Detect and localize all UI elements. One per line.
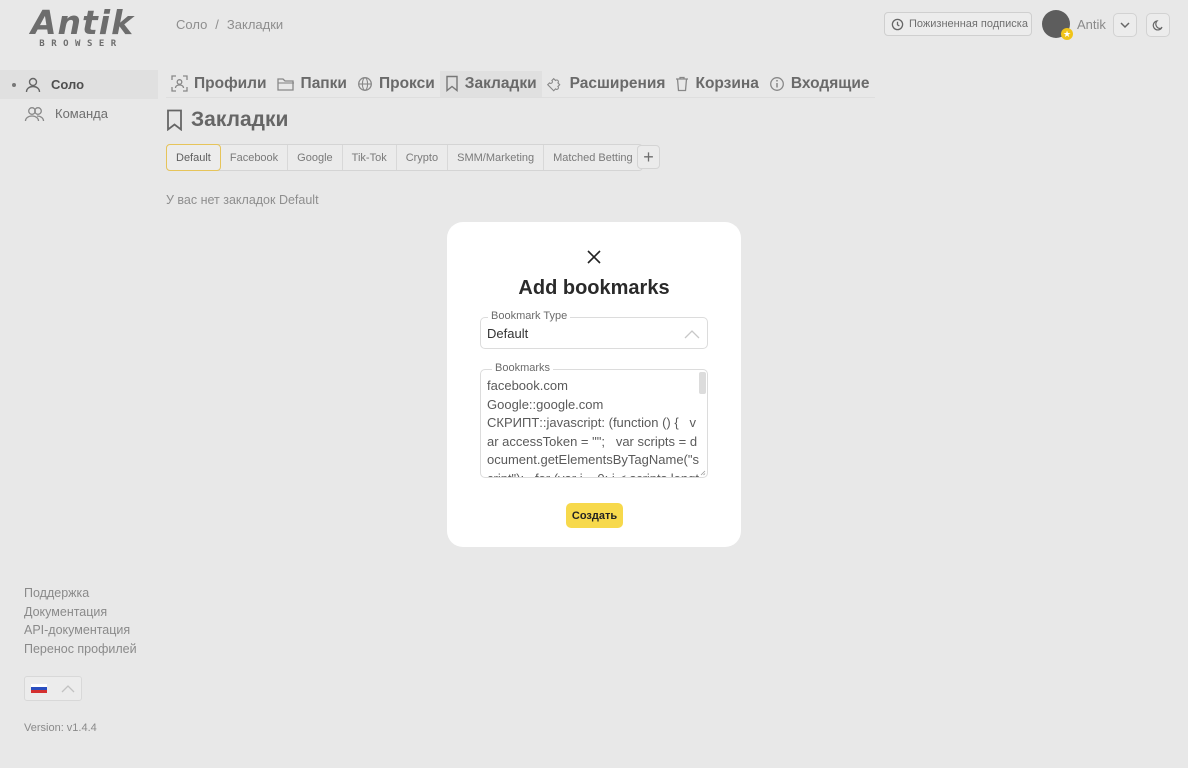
- tab-facebook[interactable]: Facebook: [221, 145, 289, 170]
- bookmark-type-select[interactable]: Bookmark Type Default: [480, 310, 708, 349]
- user-icon: [24, 76, 42, 94]
- link-profile-transfer[interactable]: Перенос профилей: [24, 640, 137, 659]
- tab-tiktok[interactable]: Tik-Tok: [343, 145, 397, 170]
- puzzle-icon: [546, 77, 561, 92]
- nav-label: Входящие: [790, 74, 870, 92]
- user-name: Antik: [1077, 17, 1106, 32]
- tab-google[interactable]: Google: [288, 145, 343, 170]
- sidebar-item-team[interactable]: Команда: [0, 99, 158, 128]
- page-title-text: Закладки: [191, 108, 289, 131]
- link-api-docs[interactable]: API-документация: [24, 621, 137, 640]
- avatar[interactable]: ★: [1042, 10, 1073, 40]
- team-icon: [24, 105, 46, 123]
- folder-icon: [276, 77, 294, 91]
- tab-default[interactable]: Default: [166, 144, 221, 171]
- bookmarks-text: facebook.com Google::google.com СКРИПТ::…: [487, 378, 699, 477]
- link-docs[interactable]: Документация: [24, 603, 137, 622]
- profiles-icon: [171, 75, 188, 92]
- language-select[interactable]: [24, 676, 82, 701]
- star-icon: ★: [1061, 28, 1073, 40]
- nav-bookmarks[interactable]: Закладки: [439, 70, 542, 97]
- create-button[interactable]: Создать: [566, 503, 623, 528]
- subscription-badge[interactable]: Пожизненная подписка: [884, 12, 1032, 36]
- add-tab-button[interactable]: +: [637, 145, 660, 169]
- link-support[interactable]: Поддержка: [24, 584, 137, 603]
- bookmarks-textarea[interactable]: Bookmarks facebook.com Google::google.co…: [480, 362, 708, 478]
- nav-folders[interactable]: Папки: [272, 71, 352, 97]
- globe-icon: [358, 76, 372, 91]
- page-title: Закладки: [166, 108, 288, 132]
- plus-icon: +: [643, 146, 654, 167]
- bookmark-icon: [167, 109, 182, 131]
- tab-smm-marketing[interactable]: SMM/Marketing: [448, 145, 545, 170]
- app-logo: Antik BROWSER: [31, 3, 135, 49]
- nav-proxies[interactable]: Прокси: [352, 71, 440, 97]
- nav-profiles[interactable]: Профили: [166, 71, 272, 97]
- sidebar-links: Поддержка Документация API-документация …: [24, 584, 137, 658]
- sidebar-item-solo[interactable]: Соло: [0, 70, 158, 99]
- nav-trash[interactable]: Корзина: [670, 71, 763, 97]
- main-nav: Профили Папки Прокси Закладки Расширения…: [166, 70, 875, 98]
- moon-icon: [1152, 20, 1163, 31]
- nav-extensions[interactable]: Расширения: [542, 71, 671, 97]
- nav-label: Профили: [194, 74, 267, 92]
- logo-subtext: BROWSER: [39, 39, 123, 49]
- chevron-up-icon: [684, 330, 700, 339]
- empty-state-text: У вас нет закладок Default: [166, 193, 319, 207]
- nav-label: Расширения: [569, 74, 666, 92]
- logo-text: Antik: [31, 3, 135, 42]
- breadcrumb-root[interactable]: Соло: [176, 17, 207, 32]
- nav-label: Корзина: [695, 74, 759, 92]
- nav-label: Закладки: [464, 74, 537, 92]
- modal-title: Add bookmarks: [518, 277, 670, 299]
- clock-icon: [891, 18, 904, 30]
- breadcrumb-current: Закладки: [226, 17, 284, 32]
- resize-handle-icon[interactable]: [700, 470, 706, 476]
- bookmarks-label: Bookmarks: [492, 362, 554, 374]
- trash-icon: [676, 76, 689, 91]
- active-dot: [12, 82, 16, 87]
- nav-inbox[interactable]: Входящие: [764, 71, 875, 97]
- breadcrumb: Соло / Закладки: [176, 17, 283, 32]
- version-text: Version: v1.4.4: [24, 722, 97, 734]
- info-icon: [769, 76, 784, 91]
- nav-label: Папки: [300, 74, 347, 92]
- chevron-up-icon: [61, 684, 75, 692]
- tab-matched-betting[interactable]: Matched Betting: [544, 145, 642, 170]
- theme-toggle-button[interactable]: [1146, 13, 1170, 37]
- sidebar-item-label: Команда: [55, 106, 108, 121]
- close-icon: [587, 250, 601, 264]
- bookmark-tabs: Default Facebook Google Tik-Tok Crypto S…: [166, 144, 643, 171]
- nav-label: Прокси: [378, 74, 435, 92]
- subscription-label: Пожизненная подписка: [909, 18, 1028, 30]
- chevron-down-icon: [1120, 22, 1130, 29]
- breadcrumb-separator: /: [215, 17, 219, 32]
- tab-crypto[interactable]: Crypto: [397, 145, 449, 170]
- add-bookmarks-modal: Add bookmarks Bookmark Type Default Book…: [447, 222, 741, 547]
- textarea-scrollbar[interactable]: [699, 372, 706, 394]
- sidebar-item-label: Соло: [51, 77, 85, 92]
- bookmark-type-label: Bookmark Type: [488, 310, 571, 322]
- bookmark-icon: [446, 75, 458, 92]
- bookmark-type-value: Default: [487, 326, 529, 341]
- russia-flag-icon: [31, 683, 47, 694]
- user-menu-button[interactable]: [1113, 13, 1137, 37]
- close-button[interactable]: [585, 248, 603, 266]
